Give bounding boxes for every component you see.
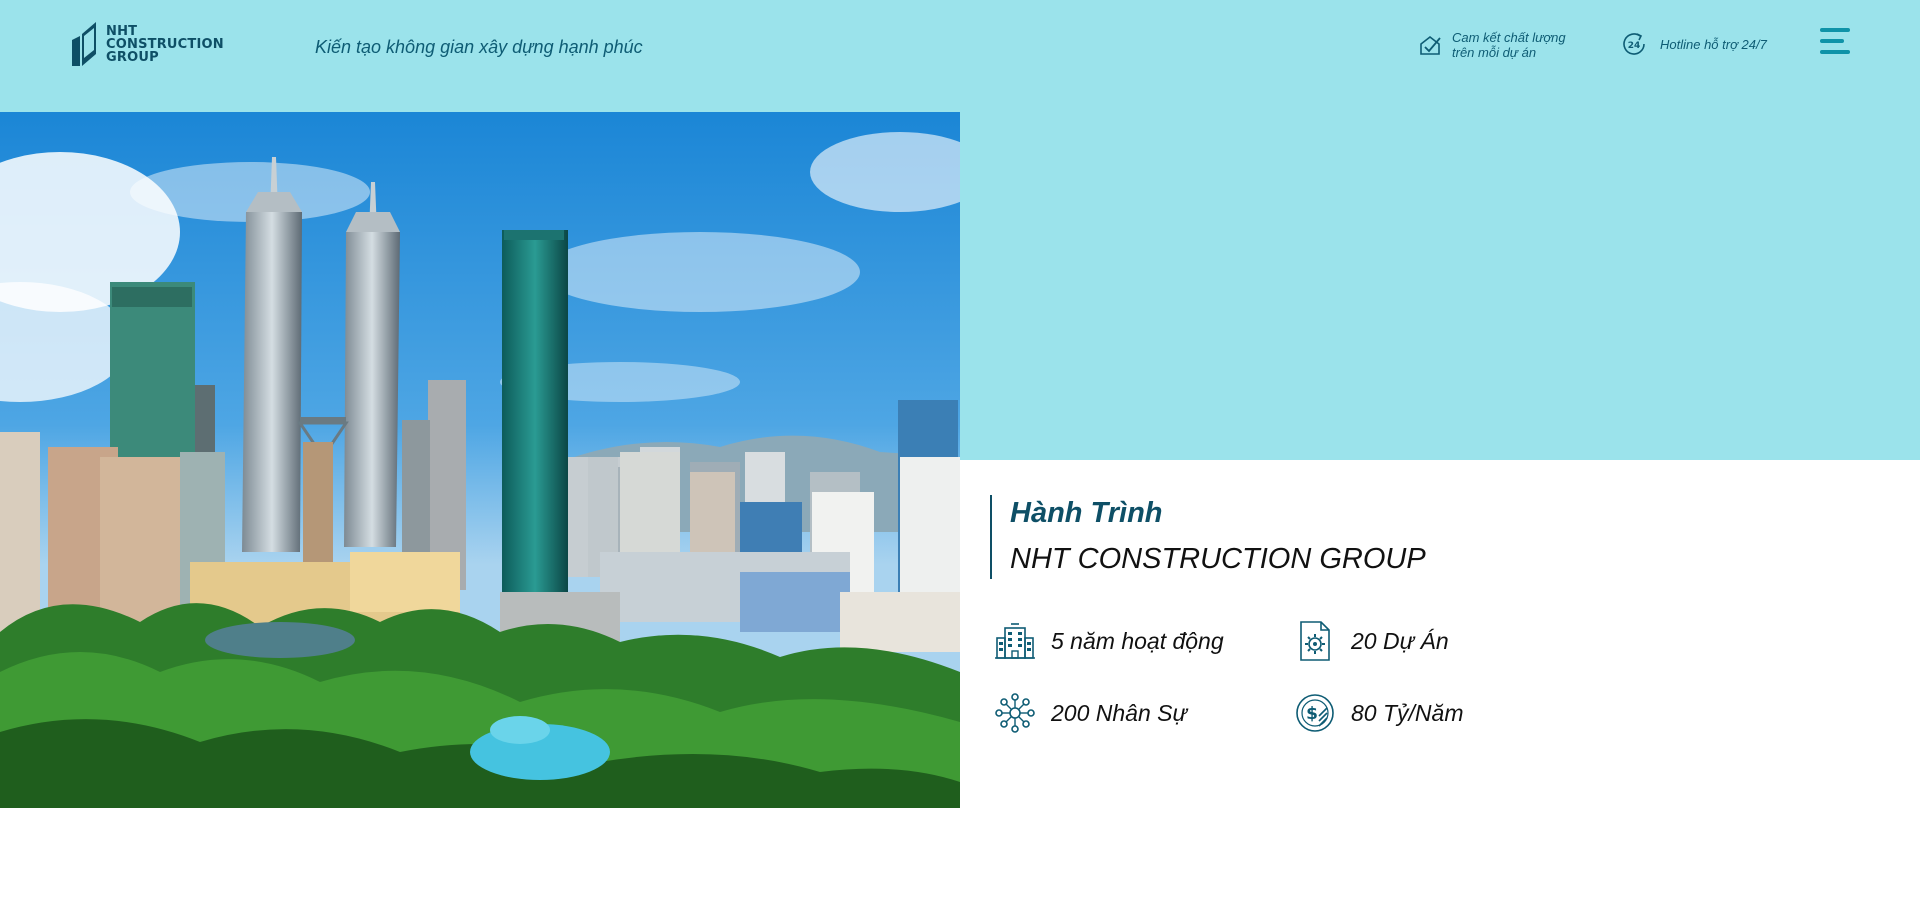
logo[interactable]: NHT CONSTRUCTION GROUP [70, 20, 224, 68]
stat-years: 5 năm hoạt động [995, 620, 1295, 662]
network-people-icon [995, 693, 1035, 733]
hotline-text: Hotline hỗ trợ 24/7 [1660, 36, 1767, 52]
hero-skyline-image [0, 112, 960, 808]
stats-grid: 5 năm hoạt động 20 Dự Án 200 Nhân Sự $ 8… [995, 620, 1555, 734]
quality-commitment: Cam kết chất lượng trên mỗi dự án [1418, 30, 1582, 60]
commitment-line-2: trên mỗi dự án [1452, 45, 1537, 60]
hamburger-bar [1820, 28, 1850, 32]
support-24-icon: 24 [1623, 33, 1645, 55]
house-check-icon [1420, 35, 1441, 55]
logo-line-2: CONSTRUCTION [106, 36, 224, 52]
site-header: NHT CONSTRUCTION GROUP Kiến tạo không gi… [0, 0, 1920, 112]
journey-company: NHT CONSTRUCTION GROUP [1010, 543, 1426, 575]
hamburger-bar [1820, 39, 1844, 43]
stat-label: 200 Nhân Sự [1051, 699, 1188, 726]
journey-heading: Hành Trình NHT CONSTRUCTION GROUP [990, 495, 1426, 579]
document-gear-icon [1300, 621, 1330, 661]
hotline-badge-text: 24 [1628, 41, 1641, 51]
stat-label: 20 Dự Án [1351, 627, 1449, 654]
skyline-illustration [0, 112, 960, 808]
hotline[interactable]: 24 Hotline hỗ trợ 24/7 [1620, 30, 1767, 58]
logo-text: NHT CONSTRUCTION GROUP [106, 25, 224, 64]
stat-staff: 200 Nhân Sự [995, 692, 1295, 734]
commitment-text: Cam kết chất lượng trên mỗi dự án [1452, 30, 1582, 60]
stat-label: 80 Tỷ/Năm [1351, 699, 1464, 726]
tagline: Kiến tạo không gian xây dựng hạnh phúc [315, 37, 643, 57]
logo-line-1: NHT [106, 23, 138, 39]
journey-title: Hành Trình [1010, 497, 1163, 529]
building-icon [995, 623, 1035, 659]
logo-mark-icon [72, 22, 96, 66]
stat-revenue: $ 80 Tỷ/Năm [1295, 692, 1555, 734]
stat-projects: 20 Dự Án [1295, 620, 1555, 662]
svg-text:$: $ [1306, 704, 1318, 724]
logo-line-3: GROUP [106, 49, 159, 65]
hamburger-icon[interactable] [1820, 28, 1850, 54]
money-coin-icon: $ [1296, 694, 1334, 732]
stat-label: 5 năm hoạt động [1051, 627, 1224, 654]
commitment-line-1: Cam kết chất lượng [1452, 30, 1566, 45]
hamburger-bar [1820, 50, 1850, 54]
